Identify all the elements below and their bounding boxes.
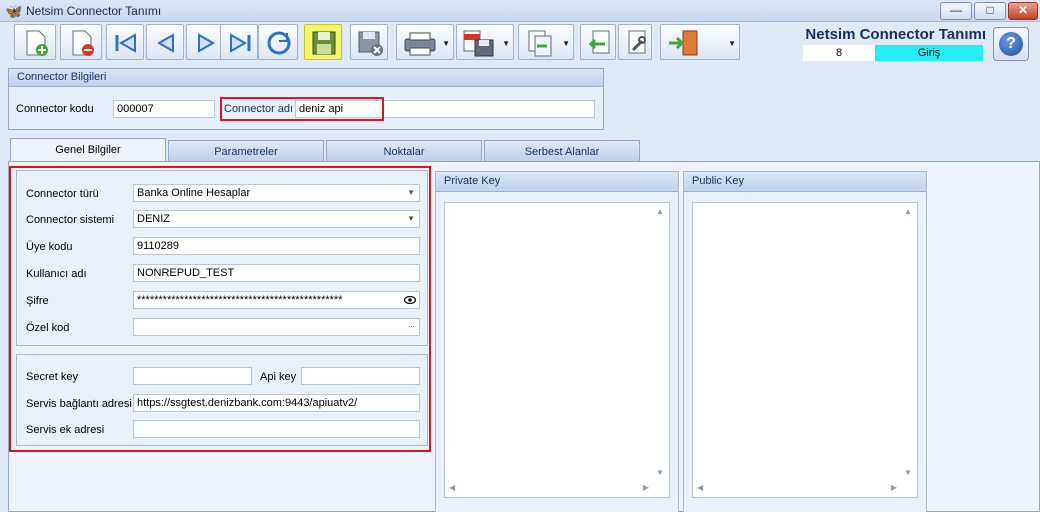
next-icon	[198, 33, 216, 53]
scroll-down-icon[interactable]: ▼	[656, 468, 664, 477]
help-button[interactable]: ?	[993, 27, 1029, 61]
maximize-button[interactable]: □	[974, 2, 1006, 20]
connector-code-label: Connector kodu	[16, 103, 94, 115]
private-key-title: Private Key	[436, 172, 678, 192]
delete-record-button[interactable]	[60, 24, 102, 60]
highlight-frame	[220, 97, 384, 121]
refresh-button[interactable]	[258, 24, 298, 60]
close-button[interactable]: ✕	[1008, 2, 1038, 20]
cancel-save-icon	[358, 31, 383, 56]
record-number: 8	[803, 45, 875, 61]
scroll-left-icon[interactable]: ◀	[697, 483, 703, 492]
private-key-panel: Private Key ▲ ▼ ◀ ▶	[435, 171, 679, 512]
save-button[interactable]	[304, 24, 342, 60]
minimize-button[interactable]: —	[940, 2, 972, 20]
horizontal-scrollbar[interactable]: ◀ ▶	[695, 481, 899, 495]
chevron-down-icon: ▼	[562, 39, 570, 48]
horizontal-scrollbar[interactable]: ◀ ▶	[447, 481, 651, 495]
last-icon	[230, 33, 251, 53]
previous-record-button[interactable]	[146, 24, 184, 60]
connector-info-title: Connector Bilgileri	[9, 69, 603, 87]
import-button[interactable]	[580, 24, 616, 60]
tab-points[interactable]: Noktalar	[326, 140, 482, 162]
tab-panel-general: Connector türü Banka Online Hesaplar ▼ C…	[8, 161, 1040, 512]
help-icon: ?	[999, 32, 1023, 56]
connector-code-input[interactable]: 000007	[113, 100, 215, 118]
scroll-left-icon[interactable]: ◀	[449, 483, 455, 492]
tab-free-fields[interactable]: Serbest Alanlar	[484, 140, 640, 162]
connector-info-group: Connector Bilgileri Connector kodu 00000…	[8, 68, 604, 130]
refresh-icon	[267, 31, 291, 55]
first-record-button[interactable]	[106, 24, 144, 60]
cancel-save-button[interactable]	[350, 24, 388, 60]
settings-button[interactable]	[618, 24, 652, 60]
wrench-icon	[628, 30, 646, 54]
public-key-panel: Public Key ▲ ▼ ◀ ▶	[683, 171, 927, 512]
public-key-textarea[interactable]: ▲ ▼ ◀ ▶	[692, 202, 918, 498]
chevron-down-icon: ▼	[442, 39, 450, 48]
scroll-down-icon[interactable]: ▼	[904, 468, 912, 477]
scroll-up-icon[interactable]: ▲	[656, 207, 664, 216]
form-title: Netsim Connector Tanımı	[805, 26, 986, 43]
vertical-scrollbar[interactable]: ▲ ▼	[901, 205, 915, 495]
scroll-right-icon[interactable]: ▶	[891, 483, 897, 492]
first-icon	[115, 33, 136, 53]
delete-document-icon	[72, 30, 94, 56]
tab-parameters[interactable]: Parametreler	[168, 140, 324, 162]
window-title: Netsim Connector Tanımı	[26, 4, 162, 18]
mode-badge: Giriş	[875, 45, 983, 61]
copy-button[interactable]: ▼	[518, 24, 574, 60]
public-key-title: Public Key	[684, 172, 926, 192]
chevron-down-icon: ▼	[728, 39, 736, 48]
private-key-textarea[interactable]: ▲ ▼ ◀ ▶	[444, 202, 670, 498]
exit-door-icon	[669, 30, 698, 56]
exit-button[interactable]: ▼	[660, 24, 740, 60]
vertical-scrollbar[interactable]: ▲ ▼	[653, 205, 667, 495]
scroll-right-icon[interactable]: ▶	[643, 483, 649, 492]
scroll-up-icon[interactable]: ▲	[904, 207, 912, 216]
previous-icon	[156, 33, 174, 53]
chevron-down-icon: ▼	[502, 39, 510, 48]
export-pdf-button[interactable]: ▼	[456, 24, 514, 60]
tab-general[interactable]: Genel Bilgiler	[10, 138, 166, 162]
print-button[interactable]: ▼	[396, 24, 454, 60]
title-bar: 🦋 Netsim Connector Tanımı — □ ✕	[0, 0, 1040, 22]
last-record-button[interactable]	[220, 24, 258, 60]
highlight-frame	[9, 166, 431, 452]
new-document-icon	[26, 30, 48, 56]
butterfly-icon: 🦋	[5, 3, 23, 19]
printer-icon	[404, 32, 436, 56]
next-record-button[interactable]	[186, 24, 224, 60]
pdf-save-icon	[463, 30, 494, 57]
copy-documents-icon	[528, 30, 552, 57]
import-document-icon	[588, 30, 610, 54]
new-record-button[interactable]	[14, 24, 56, 60]
save-icon	[312, 31, 336, 55]
